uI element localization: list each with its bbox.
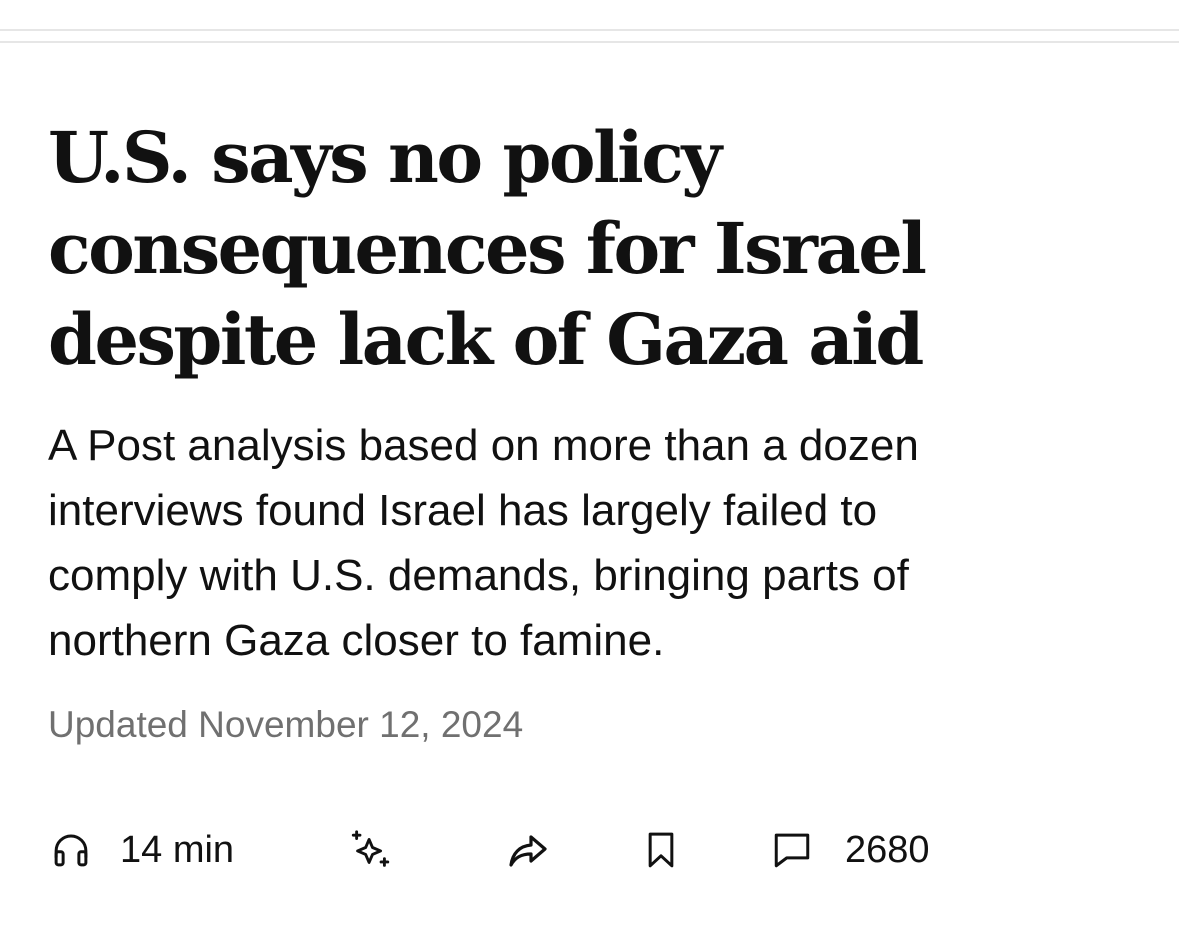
save-button[interactable] — [641, 822, 681, 878]
top-divider-secondary — [0, 41, 1179, 43]
comment-count: 2680 — [845, 828, 930, 871]
listen-duration: 14 min — [120, 828, 235, 871]
headphones-icon — [50, 829, 92, 871]
subheadline-line: northern Gaza closer to famine. — [48, 616, 665, 665]
comments-button[interactable]: 2680 — [771, 822, 930, 878]
top-divider — [0, 29, 1179, 31]
headline-line: despite lack of Gaza aid — [48, 298, 924, 381]
updated-timestamp: Updated November 12, 2024 — [48, 704, 524, 745]
comment-icon — [771, 829, 813, 871]
article-headline: U.S. says no policy consequences for Isr… — [48, 112, 1048, 385]
share-arrow-icon — [504, 826, 552, 874]
article-subheadline: A Post analysis based on more than a doz… — [48, 413, 1148, 673]
listen-button[interactable]: 14 min — [50, 822, 234, 878]
subheadline-line: comply with U.S. demands, bringing parts… — [48, 551, 909, 600]
headline-line: consequences for Israel — [48, 207, 927, 290]
headline-line: U.S. says no policy — [48, 116, 722, 199]
bookmark-icon — [641, 828, 681, 872]
subheadline-line: A Post analysis based on more than a doz… — [48, 421, 919, 470]
sparkles-icon — [348, 827, 394, 873]
subheadline-line: interviews found Israel has largely fail… — [48, 486, 878, 535]
share-button[interactable] — [504, 822, 552, 878]
ai-summary-button[interactable] — [348, 822, 394, 878]
